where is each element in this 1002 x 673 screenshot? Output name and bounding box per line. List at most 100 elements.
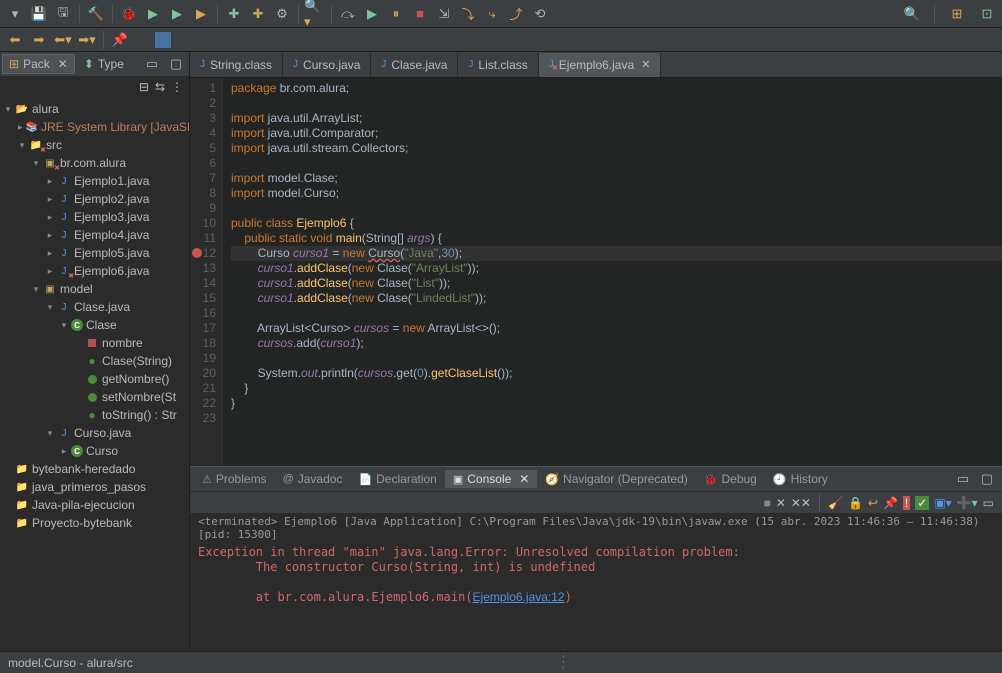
tree-item[interactable]: ●toString() : Str xyxy=(0,406,189,424)
console-pin-icon[interactable]: 📌 xyxy=(883,496,898,510)
tree-item[interactable]: ▾▣br.com.alura xyxy=(0,154,189,172)
tb-gen-icon[interactable]: ⚙ xyxy=(271,3,293,25)
tree-item[interactable]: 📁Java-pila-ejecucion xyxy=(0,496,189,514)
persp-debug-icon[interactable]: ⊡ xyxy=(976,3,998,25)
editor-tab[interactable]: JString.class xyxy=(190,53,283,77)
bottom-tab[interactable]: @Javadoc xyxy=(275,470,351,488)
editor-file-icon[interactable] xyxy=(155,32,171,48)
console-wrap-icon[interactable]: ↩ xyxy=(868,496,878,510)
bottom-tab[interactable]: 🕘History xyxy=(765,470,836,488)
type-tab-icon: ⬍ xyxy=(84,57,94,71)
tree-item[interactable]: 📁Proyecto-bytebank xyxy=(0,514,189,532)
console-showout-icon[interactable]: ✓ xyxy=(915,496,929,510)
tree-item[interactable]: ▸📚JRE System Library [JavaSE xyxy=(0,118,189,136)
nav-fwd-icon[interactable]: ➡ xyxy=(28,29,50,51)
tb-droptofr-icon[interactable]: ⟲ xyxy=(529,3,551,25)
tb-run-icon[interactable]: ▶ xyxy=(142,3,164,25)
tree-item[interactable]: ▾▣model xyxy=(0,280,189,298)
console-stop-icon[interactable]: ■ xyxy=(764,496,771,510)
console-disp-icon[interactable]: ▣▾ xyxy=(934,496,951,510)
collapseall-icon[interactable]: ⊟ xyxy=(139,80,149,94)
tree-item[interactable]: ▸CCurso xyxy=(0,442,189,460)
tree-item[interactable]: ▸JEjemplo2.java xyxy=(0,190,189,208)
tree-item[interactable]: ▾CClase xyxy=(0,316,189,334)
nav-back-icon[interactable]: ⬅ xyxy=(4,29,26,51)
stacktrace-link[interactable]: Ejemplo6.java:12 xyxy=(473,590,565,604)
console-scroll-icon[interactable]: 🔒 xyxy=(848,496,863,510)
persp-java-icon[interactable]: ⊞ xyxy=(946,3,968,25)
tb-skip-icon[interactable]: ⤼ xyxy=(337,3,359,25)
tree-item[interactable]: ▾JCurso.java xyxy=(0,424,189,442)
code-editor[interactable]: 1234567891011121314151617181920212223 pa… xyxy=(190,78,1002,466)
nav-pin-icon[interactable]: 📌 xyxy=(109,29,131,51)
tree-item[interactable]: 📁java_primeros_pasos xyxy=(0,478,189,496)
editor-tab[interactable]: JList.class xyxy=(458,53,538,77)
tree-item[interactable]: setNombre(St xyxy=(0,388,189,406)
pane-max-icon[interactable]: ▢ xyxy=(165,53,187,75)
tree-item[interactable]: ▸JEjemplo6.java xyxy=(0,262,189,280)
project-tree[interactable]: ▾📂alura▸📚JRE System Library [JavaSE▾📁src… xyxy=(0,98,189,651)
tb-new-icon[interactable]: ▾ xyxy=(4,3,26,25)
bpane-min-icon[interactable]: ▭ xyxy=(952,468,974,490)
tree-item[interactable]: ▾📂alura xyxy=(0,100,189,118)
bottom-tab[interactable]: 📄Declaration xyxy=(350,470,444,488)
tree-item[interactable]: ●Clase(String) xyxy=(0,352,189,370)
console-clear-icon[interactable]: 🧹 xyxy=(828,496,843,510)
bpane-max-icon[interactable]: ▢ xyxy=(976,468,998,490)
bottom-tab[interactable]: 🐞Debug xyxy=(696,470,765,488)
code-content[interactable]: package br.com.alura;import java.util.Ar… xyxy=(223,78,1002,466)
tree-item[interactable]: ▾JClase.java xyxy=(0,298,189,316)
tb-stop-icon[interactable]: ■ xyxy=(409,3,431,25)
editor-tab[interactable]: JClase.java xyxy=(371,53,458,77)
package-explorer: ⊞ Pack ✕ ⬍ Type ▭ ▢ ⊟ ⇆ ⋮ ▾📂alura▸📚JRE S… xyxy=(0,52,190,651)
tb-debug-icon[interactable]: 🐞 xyxy=(118,3,140,25)
tb-stepover-icon[interactable]: ⤷ xyxy=(481,3,503,25)
tb-build-icon[interactable]: 🔨 xyxy=(85,3,107,25)
bottom-tab[interactable]: ▣Console✕ xyxy=(445,470,538,488)
tb-search-icon[interactable]: 🔍▾ xyxy=(304,3,326,25)
close-icon[interactable]: ✕ xyxy=(519,472,529,486)
tb-stepreturn-icon[interactable]: ⤴ xyxy=(505,3,527,25)
line-gutter[interactable]: 1234567891011121314151617181920212223 xyxy=(190,78,223,466)
nav-fwddd-icon[interactable]: ➡▾ xyxy=(76,29,98,51)
tree-item[interactable]: getNombre() xyxy=(0,370,189,388)
pane-min-icon[interactable]: ▭ xyxy=(141,53,163,75)
tree-item[interactable]: ▸JEjemplo3.java xyxy=(0,208,189,226)
tb-newpkg-icon[interactable]: ✚ xyxy=(247,3,269,25)
console-removeall-icon[interactable]: ✕✕ xyxy=(791,496,811,510)
tb-coverage-icon[interactable]: ▶ xyxy=(166,3,188,25)
drag-handle-icon[interactable]: ⋮ xyxy=(555,658,571,668)
console-min-icon[interactable]: ▭ xyxy=(983,496,994,510)
quicksearch-icon[interactable]: 🔍 xyxy=(901,3,923,25)
bottom-tab[interactable]: 🧭Navigator (Deprecated) xyxy=(537,470,695,488)
close-icon[interactable]: ✕ xyxy=(58,57,68,71)
console-output[interactable]: Exception in thread "main" java.lang.Err… xyxy=(190,543,1002,651)
console-remove-icon[interactable]: ✕ xyxy=(776,496,786,510)
editor-tab[interactable]: JEjemplo6.java✕ xyxy=(539,53,662,77)
tb-disconnect-icon[interactable]: ⇲ xyxy=(433,3,455,25)
viewmenu-icon[interactable]: ⋮ xyxy=(171,80,183,94)
bottom-tab[interactable]: ⚠Problems xyxy=(194,470,275,488)
tab-type-hierarchy[interactable]: ⬍ Type xyxy=(77,54,131,74)
breakpoint-icon[interactable] xyxy=(192,248,202,258)
tree-item[interactable]: 📁bytebank-heredado xyxy=(0,460,189,478)
console-showerr-icon[interactable]: ! xyxy=(903,496,910,510)
nav-backdd-icon[interactable]: ⬅▾ xyxy=(52,29,74,51)
tb-stepinto-icon[interactable]: ⤵ xyxy=(457,3,479,25)
tb-ext-icon[interactable]: ▶ xyxy=(190,3,212,25)
tree-item[interactable]: ▾📁src xyxy=(0,136,189,154)
tree-item[interactable]: ▸JEjemplo5.java xyxy=(0,244,189,262)
tab-package-explorer[interactable]: ⊞ Pack ✕ xyxy=(2,54,75,74)
close-icon[interactable]: ✕ xyxy=(641,58,650,71)
tb-save-icon[interactable]: 💾 xyxy=(28,3,50,25)
tree-item[interactable]: ▸JEjemplo4.java xyxy=(0,226,189,244)
tree-item[interactable]: ▸JEjemplo1.java xyxy=(0,172,189,190)
editor-tab[interactable]: JCurso.java xyxy=(283,53,371,77)
tb-saveall-icon[interactable]: 🖫 xyxy=(52,3,74,25)
console-new-icon[interactable]: ➕▾ xyxy=(957,496,978,510)
linkeditor-icon[interactable]: ⇆ xyxy=(155,80,165,94)
tb-resume-icon[interactable]: ▶ xyxy=(361,3,383,25)
tb-newclass-icon[interactable]: ✚ xyxy=(223,3,245,25)
tb-pause-icon[interactable]: ⏸ xyxy=(385,3,407,25)
tree-item[interactable]: nombre xyxy=(0,334,189,352)
